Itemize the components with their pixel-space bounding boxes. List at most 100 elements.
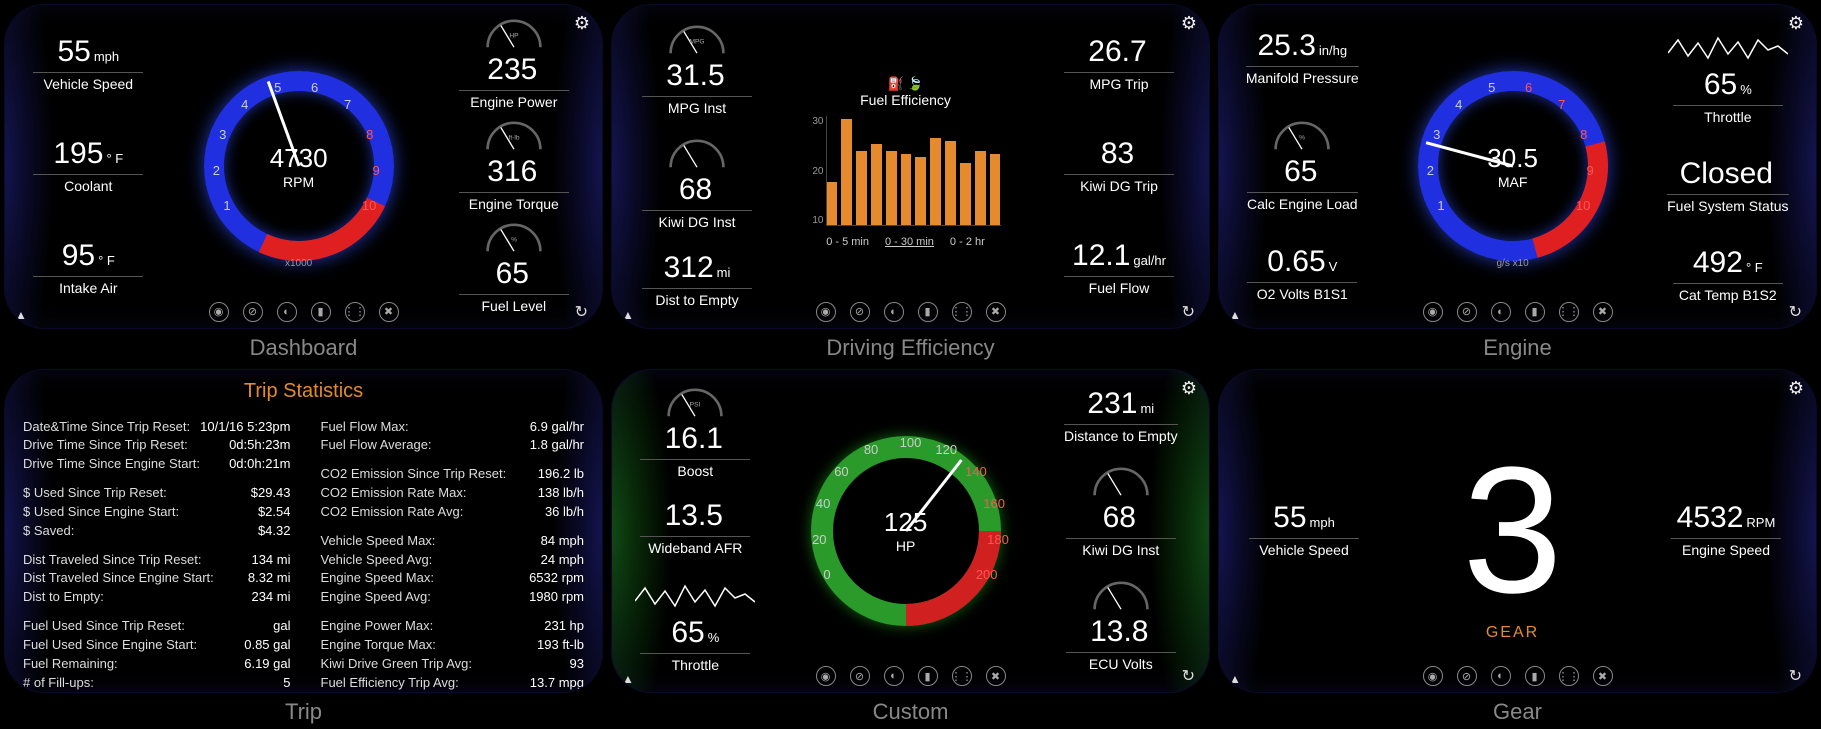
trip-row: Dist Traveled Since Trip Reset:134 mi <box>23 551 291 570</box>
trip-row: Date&Time Since Trip Reset:10/1/16 5:23p… <box>23 418 291 437</box>
trip-panel[interactable]: Trip Statistics Date&Time Since Trip Res… <box>4 369 603 726</box>
mode-icon[interactable]: ⊘ <box>243 302 263 322</box>
metric-calc-engine-load: % 65 Calc Engine Load <box>1247 119 1358 214</box>
trip-row: $ Saved:$4.32 <box>23 522 291 541</box>
mode-icon[interactable]: ✖ <box>1593 302 1613 322</box>
metric-cat-temp-b1s2: 492° F Cat Temp B1S2 <box>1673 246 1783 305</box>
settings-icon[interactable]: ⚙ <box>1788 378 1804 399</box>
metric-coolant: 195° F Coolant <box>33 137 143 196</box>
metric-fuel-flow: 12.1gal/hr Fuel Flow <box>1064 239 1174 298</box>
mode-icon[interactable]: ⋮⋮ <box>345 302 365 322</box>
hp-value: 125 <box>884 507 927 538</box>
trip-row: Engine Power Max:231 hp <box>321 617 585 636</box>
mode-icon[interactable]: ✖ <box>1593 666 1613 686</box>
trip-row: Engine Speed Max:6532 rpm <box>321 569 585 588</box>
metric-fuel-system-status: Closed Fuel System Status <box>1667 157 1788 216</box>
chart-bar <box>886 151 897 226</box>
chart-range-option[interactable]: 0 - 2 hr <box>950 236 985 248</box>
engine-title: Engine <box>1218 335 1817 361</box>
mode-icon[interactable]: ◐ <box>1491 666 1511 686</box>
mode-icon[interactable]: ◉ <box>816 666 836 686</box>
trip-row: # of Stops:28 <box>23 692 291 693</box>
efficiency-panel[interactable]: ⚙ MPG 31.5 MPG Inst 68 Kiwi DG Inst 312m… <box>611 4 1210 361</box>
mode-icon[interactable]: ⊘ <box>1457 666 1477 686</box>
dashboard-panel[interactable]: ⚙ 55mph Vehicle Speed 195° F Coolant 95°… <box>4 4 603 361</box>
reload-icon[interactable]: ↻ <box>1789 666 1802 686</box>
trip-row: CO2 Emission Rate Max:138 lb/h <box>321 484 585 503</box>
settings-icon[interactable]: ⚙ <box>1788 13 1804 34</box>
metric-mpg-trip: 26.7 MPG Trip <box>1064 35 1174 94</box>
engine-speed-metric: 4532RPM Engine Speed <box>1671 501 1781 560</box>
mode-icon[interactable]: ▮ <box>1525 302 1545 322</box>
metric-kiwi-dg-inst: 68 Kiwi DG Inst <box>1066 465 1176 560</box>
mode-icon[interactable]: ◐ <box>884 302 904 322</box>
chart-bar <box>975 151 986 226</box>
mode-icon[interactable]: ◉ <box>1423 302 1443 322</box>
engine-panel[interactable]: ⚙ 25.3in/hg Manifold Pressure % 65 Calc … <box>1218 4 1817 361</box>
chart-bar <box>945 141 956 225</box>
metric-o2-volts-b1s1: 0.65V O2 Volts B1S1 <box>1247 245 1357 304</box>
metric-vehicle-speed: 55mph Vehicle Speed <box>33 35 143 94</box>
chart-bar <box>901 154 912 226</box>
custom-title: Custom <box>611 699 1210 725</box>
reload-icon[interactable]: ↻ <box>1789 302 1802 322</box>
mode-icon[interactable]: ◉ <box>209 302 229 322</box>
rpm-label: RPM <box>283 174 314 190</box>
chart-bar <box>856 151 867 226</box>
trip-row: $ Used Since Trip Reset:$29.43 <box>23 484 291 503</box>
metric-kiwi-dg-trip: 83 Kiwi DG Trip <box>1064 137 1174 196</box>
reload-icon[interactable]: ↻ <box>575 302 588 322</box>
metric-kiwi-dg-inst: 68 Kiwi DG Inst <box>642 137 752 232</box>
custom-panel[interactable]: ⚙ PSI 16.1 Boost 13.5 Wideband AFR 65% T… <box>611 369 1210 726</box>
trip-row: Drive Time Since Trip Reset:0d:5h:23m <box>23 436 291 455</box>
metric-wideband-afr: 13.5 Wideband AFR <box>640 499 750 558</box>
trip-row: $ Used Since Engine Start:$2.54 <box>23 503 291 522</box>
svg-text:ft-lb: ft-lb <box>508 134 519 141</box>
mode-icon[interactable]: ⊘ <box>1457 302 1477 322</box>
mode-icon[interactable]: ⋮⋮ <box>1559 666 1579 686</box>
reload-icon[interactable]: ↻ <box>1182 302 1195 322</box>
mode-icon[interactable]: ⊘ <box>850 666 870 686</box>
settings-icon[interactable]: ⚙ <box>1181 13 1197 34</box>
mode-icon[interactable]: ◐ <box>277 302 297 322</box>
chart-range-option[interactable]: 0 - 5 min <box>826 236 869 248</box>
trip-row: # of Fill-ups:5 <box>23 674 291 693</box>
trip-row: CO2 Emission Rate Avg:36 lb/h <box>321 503 585 522</box>
settings-icon[interactable]: ⚙ <box>574 13 590 34</box>
chart-range-option[interactable]: 0 - 30 min <box>885 236 934 248</box>
mode-icon[interactable]: ✖ <box>379 302 399 322</box>
metric-mpg-inst: MPG 31.5 MPG Inst <box>642 23 752 118</box>
svg-text:PSI: PSI <box>690 402 701 409</box>
maf-label: MAF <box>1498 174 1528 190</box>
trip-row: Fuel Used Since Trip Reset:gal <box>23 617 291 636</box>
mode-icon[interactable]: ◉ <box>816 302 836 322</box>
trip-row: Fuel Used Since Engine Start:0.85 gal <box>23 636 291 655</box>
mode-icon[interactable]: ✖ <box>986 302 1006 322</box>
chart-bar <box>871 144 882 225</box>
chart-bar <box>960 163 971 225</box>
mode-icon[interactable]: ⋮⋮ <box>952 666 972 686</box>
chart-bar <box>915 157 926 226</box>
mode-icon[interactable]: ▮ <box>1525 666 1545 686</box>
hp-dial: 125 HP 020406080100120140160180200 <box>791 416 1021 646</box>
mode-icon[interactable]: ✖ <box>986 666 1006 686</box>
mode-icon[interactable]: ◉ <box>1423 666 1443 686</box>
mode-icon[interactable]: ▮ <box>311 302 331 322</box>
reload-icon[interactable]: ↻ <box>1182 666 1195 686</box>
gear-panel[interactable]: ⚙ 55mph Vehicle Speed 3 GEAR 4532 <box>1218 369 1817 726</box>
mode-icon[interactable]: ▮ <box>918 666 938 686</box>
metric-boost: PSI 16.1 Boost <box>640 386 750 481</box>
mode-icon[interactable]: ▮ <box>918 302 938 322</box>
mode-icon[interactable]: ◐ <box>1491 302 1511 322</box>
svg-text:%: % <box>1299 134 1305 141</box>
mode-icon[interactable]: ⋮⋮ <box>1559 302 1579 322</box>
svg-text:%: % <box>511 236 517 243</box>
trip-row: Drive Time Since Engine Start:0d:0h:21m <box>23 455 291 474</box>
trip-row: Dist to Empty:234 mi <box>23 588 291 607</box>
mode-icon[interactable]: ⋮⋮ <box>952 302 972 322</box>
vehicle-speed-metric: 55mph Vehicle Speed <box>1249 501 1359 560</box>
trip-title: Trip <box>4 699 603 725</box>
mode-icon[interactable]: ◐ <box>884 666 904 686</box>
settings-icon[interactable]: ⚙ <box>1181 378 1197 399</box>
mode-icon[interactable]: ⊘ <box>850 302 870 322</box>
